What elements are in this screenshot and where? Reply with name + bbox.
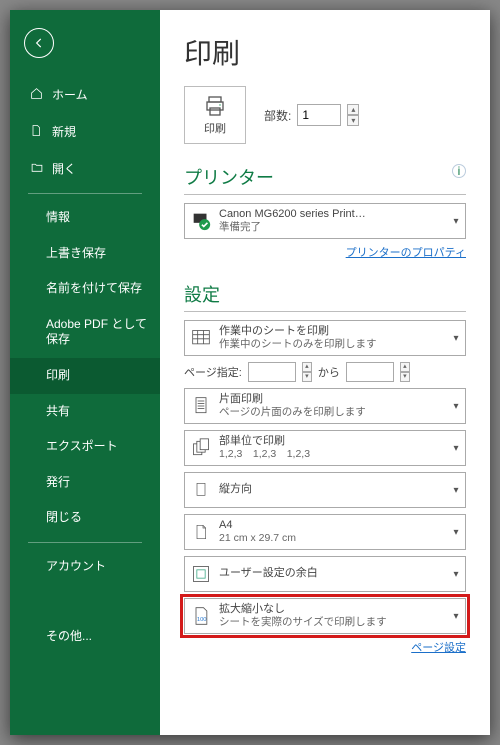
printer-name: Canon MG6200 series Print… — [219, 208, 451, 222]
printer-heading: プリンター i — [184, 164, 466, 190]
sidebar-item-share[interactable]: 共有 — [10, 394, 160, 430]
main-panel: 印刷 印刷 部数: ▴ ▾ プリンター — [160, 10, 490, 735]
chevron-down-icon: ▾ — [451, 443, 461, 454]
file-icon — [30, 124, 44, 140]
sidebar-item-label: 新規 — [52, 123, 76, 140]
single-side-icon — [189, 394, 213, 418]
settings-heading: 設定 — [184, 281, 466, 307]
sidebar-divider — [28, 542, 142, 543]
sidebar-item-saveas[interactable]: 名前を付けて保存 — [10, 271, 160, 307]
paper-combo[interactable]: A4 21 cm x 29.7 cm ▾ — [184, 514, 466, 550]
chevron-down-icon: ▾ — [451, 527, 461, 538]
folder-icon — [30, 161, 44, 177]
printer-combo[interactable]: Canon MG6200 series Print… 準備完了 ▾ — [184, 203, 466, 239]
sidebar-item-print[interactable]: 印刷 — [10, 358, 160, 394]
page-icon — [189, 520, 213, 544]
combo-title: 作業中のシートを印刷 — [219, 325, 451, 339]
sides-combo[interactable]: 片面印刷 ページの片面のみを印刷します ▾ — [184, 388, 466, 424]
page-range-label: ページ指定: — [184, 364, 242, 380]
page-setup-link[interactable]: ページ設定 — [411, 642, 466, 654]
page-from-up[interactable]: ▴ — [302, 362, 312, 372]
sidebar-item-save[interactable]: 上書き保存 — [10, 236, 160, 272]
page-from-input[interactable] — [248, 362, 296, 382]
copies-input[interactable] — [297, 104, 341, 126]
sidebar-item-more[interactable]: その他... — [10, 619, 160, 655]
printer-icon — [202, 94, 228, 118]
sidebar-item-close[interactable]: 閉じる — [10, 500, 160, 536]
print-button[interactable]: 印刷 — [184, 86, 246, 144]
print-button-label: 印刷 — [204, 120, 226, 136]
combo-sub: 1,2,3 1,2,3 1,2,3 — [219, 448, 451, 461]
chevron-down-icon: ▾ — [451, 611, 461, 622]
backstage-window: ホーム 新規 開く 情報 上書き保存 名前を付けて保存 Adobe PDF とし… — [10, 10, 490, 735]
printer-properties-link[interactable]: プリンターのプロパティ — [346, 247, 466, 259]
orientation-combo[interactable]: 縦方向 ▾ — [184, 472, 466, 508]
copies-down[interactable]: ▾ — [347, 115, 359, 126]
margins-icon — [189, 562, 213, 586]
sheet-icon — [189, 326, 213, 350]
combo-title: 拡大縮小なし — [219, 603, 451, 617]
page-to-up[interactable]: ▴ — [400, 362, 410, 372]
margins-combo[interactable]: ユーザー設定の余白 ▾ — [184, 556, 466, 592]
sidebar-item-publish[interactable]: 発行 — [10, 465, 160, 501]
sidebar-item-info[interactable]: 情報 — [10, 200, 160, 236]
combo-sub: 作業中のシートのみを印刷します — [219, 338, 451, 351]
combo-title: ユーザー設定の余白 — [219, 567, 451, 581]
page-range-row: ページ指定: ▴▾ から ▴▾ — [184, 362, 466, 382]
sidebar-divider — [28, 193, 142, 194]
sidebar-item-open[interactable]: 開く — [10, 150, 160, 187]
chevron-down-icon: ▾ — [451, 569, 461, 580]
info-icon[interactable]: i — [452, 164, 466, 178]
combo-sub: シートを実際のサイズで印刷します — [219, 616, 451, 629]
sidebar-item-account[interactable]: アカウント — [10, 549, 160, 585]
combo-title: 縦方向 — [219, 483, 451, 497]
copies-up[interactable]: ▴ — [347, 104, 359, 115]
sidebar-item-new[interactable]: 新規 — [10, 113, 160, 150]
printer-status: 準備完了 — [219, 221, 451, 234]
sidebar-item-adobepdf[interactable]: Adobe PDF として保存 — [10, 307, 160, 358]
back-button[interactable] — [24, 28, 54, 58]
combo-title: A4 — [219, 519, 451, 533]
sidebar: ホーム 新規 開く 情報 上書き保存 名前を付けて保存 Adobe PDF とし… — [10, 10, 160, 735]
combo-title: 片面印刷 — [219, 393, 451, 407]
chevron-down-icon: ▾ — [451, 401, 461, 412]
section-divider — [184, 194, 466, 195]
sidebar-item-home[interactable]: ホーム — [10, 76, 160, 113]
chevron-down-icon: ▾ — [451, 216, 461, 227]
printer-status-icon — [189, 209, 213, 233]
scale-icon: 100 — [189, 604, 213, 628]
sidebar-item-export[interactable]: エクスポート — [10, 429, 160, 465]
copies-label: 部数: — [264, 107, 291, 124]
page-to-input[interactable] — [346, 362, 394, 382]
scale-combo[interactable]: 100 拡大縮小なし シートを実際のサイズで印刷します ▾ — [184, 598, 466, 634]
page-range-sep: から — [318, 364, 340, 380]
combo-sub: 21 cm x 29.7 cm — [219, 532, 451, 545]
combo-sub: ページの片面のみを印刷します — [219, 406, 451, 419]
chevron-down-icon: ▾ — [451, 485, 461, 496]
combo-title: 部単位で印刷 — [219, 435, 451, 449]
page-from-down[interactable]: ▾ — [302, 372, 312, 382]
collate-combo[interactable]: 部単位で印刷 1,2,3 1,2,3 1,2,3 ▾ — [184, 430, 466, 466]
sidebar-item-label: ホーム — [52, 86, 88, 103]
page-to-down[interactable]: ▾ — [400, 372, 410, 382]
portrait-icon — [189, 478, 213, 502]
svg-text:100: 100 — [197, 617, 207, 623]
sidebar-item-label: 開く — [52, 160, 76, 177]
home-icon — [30, 87, 44, 103]
collate-icon — [189, 436, 213, 460]
section-divider — [184, 311, 466, 312]
chevron-down-icon: ▾ — [451, 333, 461, 344]
print-what-combo[interactable]: 作業中のシートを印刷 作業中のシートのみを印刷します ▾ — [184, 320, 466, 356]
page-title: 印刷 — [184, 32, 466, 72]
